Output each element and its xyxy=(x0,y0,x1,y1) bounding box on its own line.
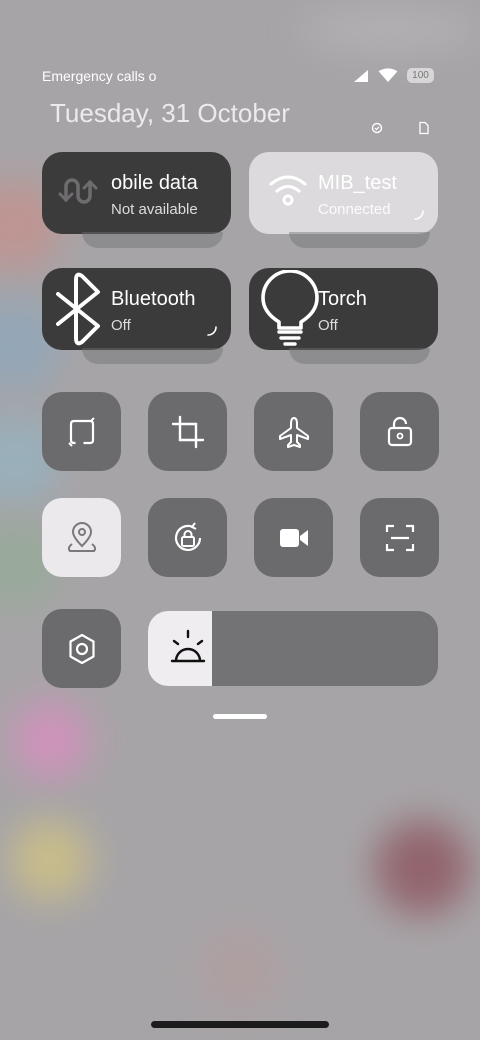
bluetooth-status: Off xyxy=(111,317,131,334)
mobile-data-status: Not available xyxy=(111,201,198,218)
lightbulb-icon xyxy=(261,270,319,346)
rotation-lock-icon xyxy=(174,521,201,551)
video-icon xyxy=(279,528,308,547)
location-icon xyxy=(67,521,96,552)
home-indicator[interactable] xyxy=(151,1021,329,1028)
status-bar: Emergency calls o 100 xyxy=(42,66,438,86)
toggle-screenshot-crop[interactable] xyxy=(148,392,227,471)
toggle-app-lock[interactable] xyxy=(360,392,439,471)
date-label: Tuesday, 31 October xyxy=(50,98,290,128)
toggle-auto-rotate[interactable] xyxy=(42,392,121,471)
lock-rotate-icon xyxy=(387,416,412,446)
torch-tile[interactable]: Torch Off xyxy=(249,268,438,364)
gear-icon xyxy=(68,633,95,664)
bluetooth-tile[interactable]: Bluetooth Off xyxy=(42,268,231,364)
wifi-status-icon xyxy=(378,68,398,82)
torch-title: Torch xyxy=(318,288,367,310)
panel-drag-handle[interactable] xyxy=(213,714,267,719)
torch-status: Off xyxy=(318,317,338,334)
carrier-status: Emergency calls o xyxy=(42,68,157,84)
airplane-icon xyxy=(278,416,309,448)
toggle-scan[interactable] xyxy=(360,498,439,577)
bluetooth-icon xyxy=(56,272,100,346)
wifi-title: MIB_test xyxy=(318,172,397,194)
wifi-icon xyxy=(269,175,307,206)
toggle-rotation-lock[interactable] xyxy=(148,498,227,577)
rotate-icon xyxy=(67,416,95,447)
loading-spinner-icon xyxy=(414,210,424,220)
wifi-status: Connected xyxy=(318,201,391,218)
scan-icon xyxy=(385,524,414,551)
brightness-slider[interactable] xyxy=(148,611,438,686)
notes-icon[interactable] xyxy=(418,121,430,135)
signal-icon xyxy=(354,69,368,82)
mobile-data-tile[interactable]: obile data Not available xyxy=(42,152,231,248)
settings-button[interactable] xyxy=(42,609,121,688)
edit-tiles-icon[interactable] xyxy=(370,121,384,135)
toggle-airplane-mode[interactable] xyxy=(254,392,333,471)
mobile-data-title: obile data xyxy=(111,172,198,194)
crop-icon xyxy=(171,415,204,448)
wifi-tile[interactable]: MIB_test Connected xyxy=(249,152,438,248)
bluetooth-title: Bluetooth xyxy=(111,288,196,310)
battery-indicator: 100 xyxy=(407,68,434,83)
toggle-location[interactable] xyxy=(42,498,121,577)
sun-icon xyxy=(170,629,206,663)
loading-spinner-icon xyxy=(207,326,217,336)
toggle-screen-record[interactable] xyxy=(254,498,333,577)
mobile-data-icon xyxy=(58,178,98,204)
